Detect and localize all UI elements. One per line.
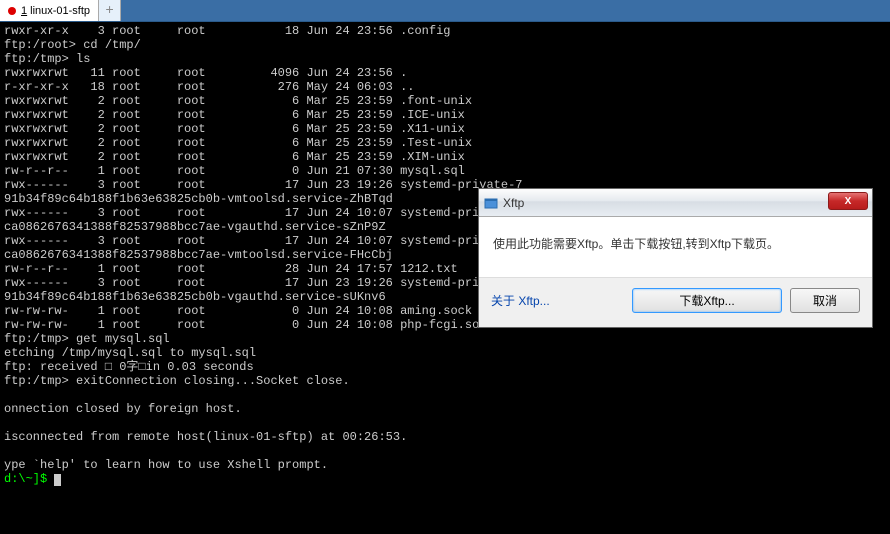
cancel-button[interactable]: 取消 [790, 288, 860, 313]
dialog-body: 使用此功能需要Xftp。单击下载按钮,转到Xftp下载页。 [479, 217, 872, 277]
download-xftp-button[interactable]: 下载Xftp... [632, 288, 782, 313]
xftp-app-icon [483, 195, 499, 211]
close-button[interactable]: X [828, 192, 868, 210]
tab-label: linux-01-sftp [30, 5, 90, 17]
dialog-title: Xftp [503, 196, 524, 210]
dirty-indicator-icon [8, 7, 16, 15]
close-icon: X [845, 196, 852, 207]
shell-prompt: d:\~]$ [4, 472, 47, 486]
tab-bar: 1 linux-01-sftp + [0, 0, 890, 22]
cursor-icon [54, 474, 61, 486]
tab-session[interactable]: 1 linux-01-sftp [0, 0, 99, 21]
about-xftp-link[interactable]: 关于 Xftp... [491, 292, 550, 309]
dialog-footer: 关于 Xftp... 下载Xftp... 取消 [479, 277, 872, 327]
dialog-message: 使用此功能需要Xftp。单击下载按钮,转到Xftp下载页。 [493, 235, 858, 252]
xftp-dialog: Xftp X 使用此功能需要Xftp。单击下载按钮,转到Xftp下载页。 关于 … [478, 188, 873, 328]
add-tab-button[interactable]: + [99, 0, 121, 21]
tab-number: 1 [21, 5, 27, 17]
dialog-titlebar[interactable]: Xftp X [479, 189, 872, 217]
